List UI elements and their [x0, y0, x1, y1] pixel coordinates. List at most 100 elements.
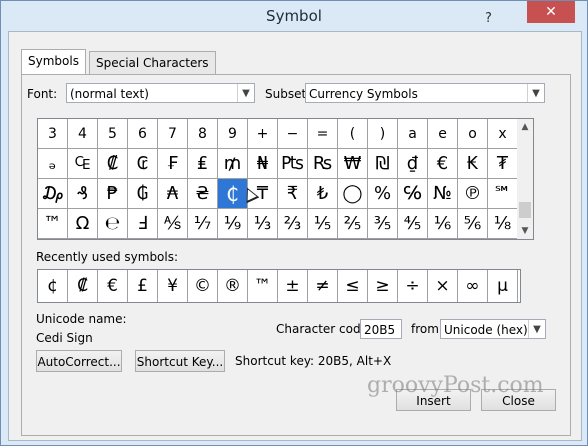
- symbol-cell[interactable]: x: [488, 119, 518, 149]
- symbol-cell[interactable]: 7: [158, 119, 188, 149]
- symbol-cell[interactable]: ⅗: [368, 209, 398, 239]
- symbol-cell[interactable]: ₮: [488, 149, 518, 179]
- symbol-grid-scrollbar[interactable]: ▲ ▼: [517, 118, 534, 240]
- recent-symbol-cell[interactable]: £: [128, 270, 158, 302]
- symbol-cell[interactable]: ₦: [248, 149, 278, 179]
- subset-label: Subset:: [265, 87, 311, 101]
- recent-symbol-cell[interactable]: ±: [278, 270, 308, 302]
- symbol-cell[interactable]: ₢: [128, 149, 158, 179]
- recent-symbol-cell[interactable]: ≥: [368, 270, 398, 302]
- tab-symbols[interactable]: Symbols: [21, 49, 86, 75]
- title-bar[interactable]: Symbol ? ✕: [1, 1, 587, 31]
- font-label: Font:: [27, 87, 58, 101]
- scroll-down-icon[interactable]: ▼: [517, 223, 533, 239]
- symbol-cell[interactable]: ℠: [488, 179, 518, 209]
- subset-dropdown[interactable]: Currency Symbols ▼: [305, 83, 545, 103]
- symbol-cell[interactable]: ₺: [308, 179, 338, 209]
- symbol-cell[interactable]: ™: [38, 209, 68, 239]
- symbol-cell[interactable]: ₯: [38, 179, 68, 209]
- symbol-cell[interactable]: a: [398, 119, 428, 149]
- font-dropdown[interactable]: (normal text) ▼: [66, 83, 255, 103]
- symbol-cell[interactable]: ⅓: [248, 209, 278, 239]
- recent-symbol-cell[interactable]: ×: [428, 270, 458, 302]
- recent-symbols-row[interactable]: ¢ ₡ € £ ¥ © ® ™ ± ≠ ≤ ≥ ÷ × ∞ µ: [37, 269, 521, 303]
- shortcut-key-button[interactable]: Shortcut Key...: [135, 350, 225, 372]
- symbol-cell[interactable]: ⅔: [278, 209, 308, 239]
- symbol-cell[interactable]: ₥: [218, 149, 248, 179]
- recent-symbol-cell[interactable]: µ: [488, 270, 518, 302]
- symbol-cell[interactable]: ₪: [368, 149, 398, 179]
- recent-symbol-cell[interactable]: ™: [248, 270, 278, 302]
- symbol-cell[interactable]: ⅖: [338, 209, 368, 239]
- symbol-cell[interactable]: ₫: [398, 149, 428, 179]
- symbol-cell[interactable]: +: [248, 119, 278, 149]
- character-code-input[interactable]: 20B5: [360, 319, 402, 339]
- from-dropdown[interactable]: Unicode (hex) ▼: [440, 319, 546, 339]
- symbol-cell[interactable]: ₠: [68, 149, 98, 179]
- symbol-cell[interactable]: ⅘: [398, 209, 428, 239]
- symbol-cell[interactable]: 6: [128, 119, 158, 149]
- recent-symbol-cell[interactable]: ∞: [458, 270, 488, 302]
- symbol-cell[interactable]: ℗: [458, 179, 488, 209]
- recent-symbol-cell[interactable]: ₡: [68, 270, 98, 302]
- symbol-cell[interactable]: ⅚: [458, 209, 488, 239]
- recent-symbol-cell[interactable]: €: [98, 270, 128, 302]
- symbol-cell[interactable]: ₹: [278, 179, 308, 209]
- symbol-cell[interactable]: 5: [98, 119, 128, 149]
- symbol-cell[interactable]: ⅐: [188, 209, 218, 239]
- autocorrect-button[interactable]: AutoCorrect...: [36, 350, 122, 372]
- symbol-cell[interactable]: 9: [218, 119, 248, 149]
- recent-symbol-cell[interactable]: ÷: [398, 270, 428, 302]
- symbol-cell[interactable]: ⅛: [488, 209, 518, 239]
- symbol-cell[interactable]: ₩: [338, 149, 368, 179]
- symbol-cell[interactable]: €: [428, 149, 458, 179]
- symbol-cell[interactable]: ₨: [308, 149, 338, 179]
- symbol-cell[interactable]: 8: [188, 119, 218, 149]
- chevron-down-icon[interactable]: ▼: [237, 84, 254, 102]
- symbol-cell[interactable]: ₡: [98, 149, 128, 179]
- symbol-cell[interactable]: ₱: [98, 179, 128, 209]
- symbol-cell[interactable]: ⅕: [308, 209, 338, 239]
- tab-special-characters[interactable]: Special Characters: [89, 51, 216, 74]
- help-button[interactable]: ?: [485, 11, 492, 26]
- symbol-cell[interactable]: %: [368, 179, 398, 209]
- symbol-cell[interactable]: ₤: [188, 149, 218, 179]
- symbol-cell[interactable]: ⅙: [428, 209, 458, 239]
- symbol-grid[interactable]: 3 4 5 6 7 8 9 + − =() a e o x ₔ ₠ ₡ ₢ ₣ ₤ ₥ ₦ ₧ ₨ ₩ ₪ ₫ € ₭ ₮ ₯ ₰ ₱ ₲ ₳ ₴ ₵ ₸…: [37, 118, 519, 240]
- symbol-cell[interactable]: ⅑: [218, 209, 248, 239]
- symbol-cell[interactable]: o: [458, 119, 488, 149]
- symbol-cell[interactable]: ℅: [398, 179, 428, 209]
- recent-symbol-cell[interactable]: ®: [218, 270, 248, 302]
- symbol-cell[interactable]: ₴: [188, 179, 218, 209]
- symbol-cell[interactable]: =: [308, 119, 338, 149]
- symbol-cell[interactable]: ): [368, 119, 398, 149]
- chevron-down-icon[interactable]: ▼: [527, 84, 544, 102]
- symbol-cell[interactable]: Ⅎ: [128, 209, 158, 239]
- recent-symbol-cell[interactable]: ≠: [308, 270, 338, 302]
- recent-symbol-cell[interactable]: ¢: [38, 270, 68, 302]
- symbol-cell[interactable]: №: [428, 179, 458, 209]
- scroll-up-icon[interactable]: ▲: [517, 119, 533, 135]
- symbol-cell[interactable]: Ω: [68, 209, 98, 239]
- scroll-thumb[interactable]: [519, 202, 531, 218]
- chevron-down-icon[interactable]: ▼: [528, 320, 545, 338]
- symbol-cell[interactable]: ₰: [68, 179, 98, 209]
- symbol-cell[interactable]: ₭: [458, 149, 488, 179]
- symbol-cell[interactable]: ⅍: [158, 209, 188, 239]
- symbol-cell[interactable]: ₔ: [38, 149, 68, 179]
- recent-symbol-cell[interactable]: ¥: [158, 270, 188, 302]
- recent-symbol-cell[interactable]: ©: [188, 270, 218, 302]
- symbol-cell[interactable]: 4: [68, 119, 98, 149]
- symbol-cell[interactable]: ₲: [128, 179, 158, 209]
- symbol-cell[interactable]: ₣: [158, 149, 188, 179]
- symbol-cell[interactable]: ₳: [158, 179, 188, 209]
- close-window-button[interactable]: ✕: [527, 1, 575, 23]
- symbol-cell[interactable]: ◯: [338, 179, 368, 209]
- symbol-cell[interactable]: e: [428, 119, 458, 149]
- symbol-cell[interactable]: ₧: [278, 149, 308, 179]
- symbol-cell[interactable]: 3: [38, 119, 68, 149]
- symbol-cell[interactable]: (: [338, 119, 368, 149]
- symbol-cell[interactable]: ℮: [98, 209, 128, 239]
- symbol-cell[interactable]: −: [278, 119, 308, 149]
- recent-symbol-cell[interactable]: ≤: [338, 270, 368, 302]
